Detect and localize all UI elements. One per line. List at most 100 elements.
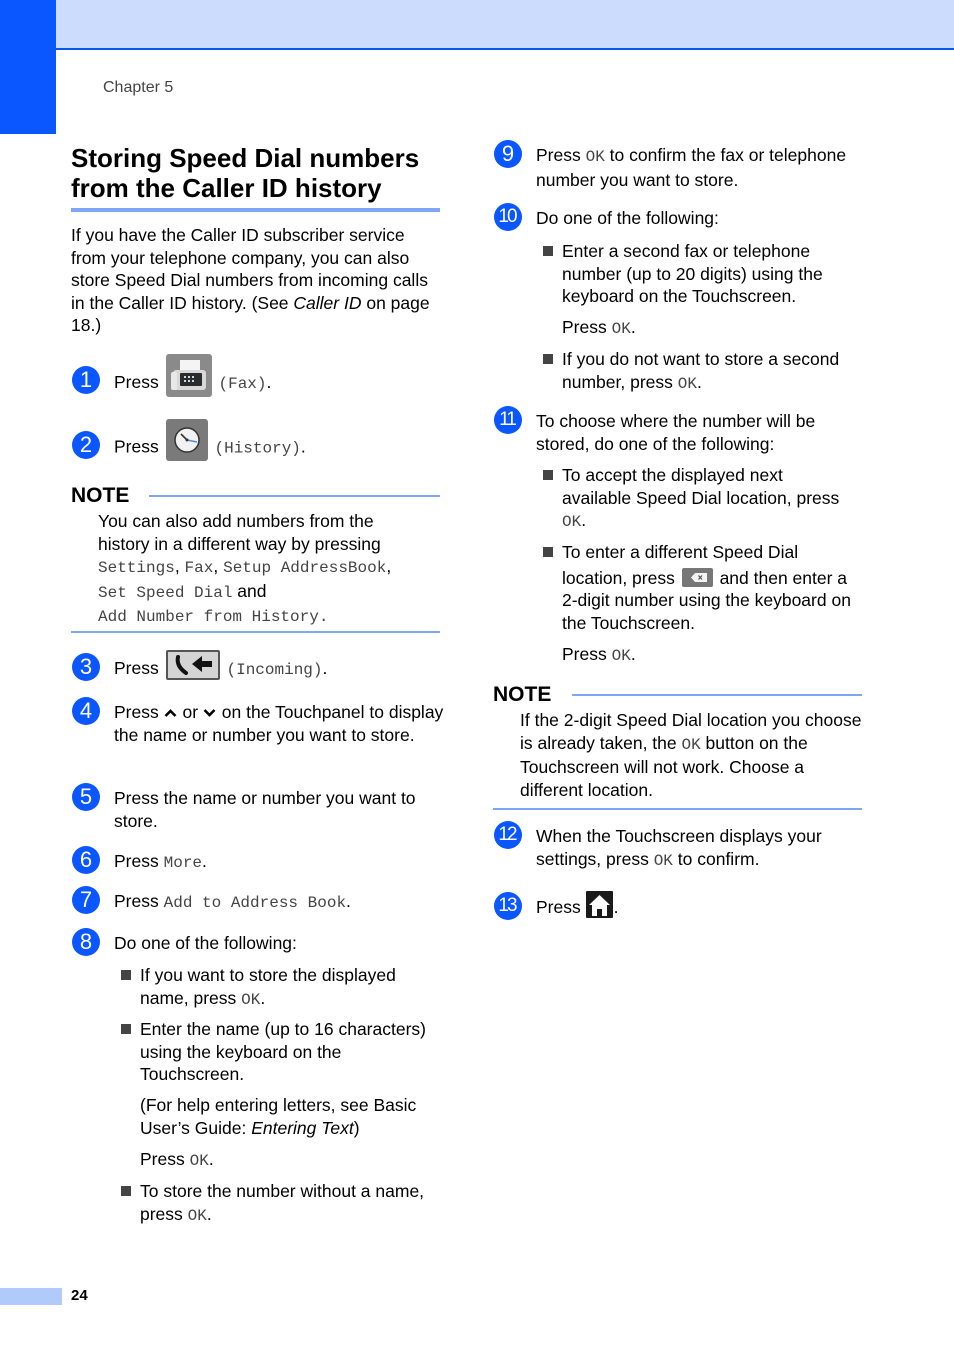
step-4: 4 Press or on the Touchpanel to display …	[72, 697, 444, 746]
punct: .	[322, 658, 328, 678]
note-bottom-rule	[493, 808, 862, 810]
punct: .	[300, 436, 306, 457]
step-8-bullet-3: To store the number without a name, pres…	[121, 1180, 441, 1227]
punct: .	[318, 608, 329, 626]
menu-set-speed-dial: Set Speed Dial	[98, 583, 233, 602]
more-label: More	[163, 854, 203, 872]
punct: .	[613, 897, 619, 917]
backspace-icon	[681, 567, 713, 587]
fax-label: (Fax)	[218, 375, 267, 394]
menu-fax: Fax	[184, 559, 214, 577]
note-top-rule	[572, 694, 862, 696]
incoming-call-icon	[165, 650, 220, 681]
bullet-text: Enter the name (up to 16 characters) usi…	[140, 1019, 426, 1084]
step-text: Press	[114, 658, 159, 678]
step-text: Do one of the following:	[536, 208, 719, 228]
or-text: or	[182, 702, 199, 722]
caller-id-link[interactable]: Caller ID	[293, 293, 361, 313]
punct: .	[630, 644, 636, 664]
punct: .	[260, 987, 266, 1008]
bullet-text: To store the number without a name, pres…	[140, 1181, 425, 1224]
note-bottom-rule	[71, 631, 440, 633]
note-text: You can also add numbers from the	[98, 511, 374, 531]
bullet-square	[121, 1024, 131, 1034]
home-icon	[585, 890, 613, 918]
intro-paragraph: If you have the Caller ID subscriber ser…	[71, 224, 443, 337]
sep: ,	[213, 556, 224, 576]
step-8-bullet-1: If you want to store the displayed name,…	[121, 964, 441, 1011]
step-number: 10	[494, 203, 522, 231]
step-2: 2 Press (History).	[72, 419, 442, 461]
step-11: 11 To choose where the number will be st…	[494, 406, 862, 455]
step-number: 8	[72, 928, 100, 956]
header-band	[56, 0, 954, 48]
step-number: 2	[72, 431, 100, 459]
punct: .	[630, 317, 636, 337]
sep: ,	[386, 556, 392, 576]
step-text: Press	[114, 851, 164, 871]
punct: .	[202, 851, 207, 871]
step-8-press-ok: Press OK.	[140, 1148, 214, 1173]
bullet-text: Enter a second fax or telephone number (…	[562, 241, 823, 306]
ok-label: OK	[653, 851, 673, 870]
note-body: If the 2-digit Speed Dial location you c…	[520, 709, 862, 801]
step-text: to confirm.	[672, 848, 760, 869]
history-label: (History)	[214, 439, 301, 458]
sep: ,	[174, 556, 185, 576]
ok-label: OK	[681, 735, 701, 754]
ok-label: OK	[562, 513, 582, 531]
bullet-text: To accept the displayed next available S…	[562, 465, 840, 508]
chevron-up-icon	[164, 701, 178, 724]
step-11-bullet-2: To enter a different Speed Dial location…	[543, 541, 863, 634]
title-line-1: Storing Speed Dial numbers	[71, 143, 420, 173]
bullet-text: To enter a different Speed Dial	[562, 542, 799, 562]
punct: .	[346, 891, 351, 911]
step-10-bullet-1: Enter a second fax or telephone number (…	[543, 240, 843, 308]
step-number: 4	[72, 697, 100, 725]
step-text: Press	[536, 897, 586, 917]
page-number: 24	[71, 1287, 88, 1304]
bullet-square	[543, 470, 553, 480]
chapter-label: Chapter 5	[103, 79, 174, 96]
bullet-square	[121, 1186, 131, 1196]
note-top-rule	[149, 495, 440, 497]
step-text: Do one of the following:	[114, 933, 297, 953]
step-text: To choose where the number will be store…	[536, 411, 816, 454]
ok-label: OK	[611, 647, 631, 665]
step-8: 8 Do one of the following:	[72, 928, 444, 956]
step-number: 3	[72, 653, 100, 681]
bullet-square	[543, 246, 553, 256]
step-5: 5 Press the name or number you want to s…	[72, 783, 444, 832]
step-8-bullet-2: Enter the name (up to 16 characters) usi…	[121, 1018, 441, 1086]
step-number: 7	[72, 886, 100, 914]
punct: .	[208, 1149, 214, 1169]
punct: )	[353, 1117, 360, 1138]
bullet-text: location, press	[562, 567, 680, 588]
title-line-2: from the Caller ID history	[71, 173, 382, 203]
add-to-address-book-label: Add to Address Book	[163, 894, 347, 912]
step-text: Press	[114, 372, 159, 393]
bullet-square	[543, 354, 553, 364]
step-11-bullet-1: To accept the displayed next available S…	[543, 464, 843, 534]
note-heading: NOTE	[493, 683, 552, 706]
step-number: 13	[494, 892, 522, 920]
fax-icon	[165, 354, 212, 397]
step-text: Press	[562, 317, 612, 337]
step-text: Press	[114, 702, 159, 722]
step-text: Press	[562, 644, 612, 664]
step-7: 7 Press Add to Address Book.	[72, 886, 444, 915]
step-number: 5	[72, 783, 100, 811]
punct: .	[266, 372, 272, 393]
chevron-down-icon	[203, 701, 217, 724]
note-text: history in a different way by pressing	[98, 533, 381, 554]
step-9: 9 Press OK to confirm the fax or telepho…	[494, 140, 862, 191]
step-10-press-ok: Press OK.	[562, 316, 636, 341]
note-heading: NOTE	[71, 484, 130, 507]
step-text: Press	[114, 436, 159, 457]
bullet-text: If you want to store the displayed name,…	[140, 965, 396, 1008]
entering-text-link[interactable]: Entering Text	[251, 1118, 353, 1138]
step-number: 1	[72, 366, 100, 394]
step-11-press-ok: Press OK.	[562, 643, 636, 668]
ok-label: OK	[611, 320, 631, 338]
step-13: 13 Press .	[494, 890, 862, 920]
